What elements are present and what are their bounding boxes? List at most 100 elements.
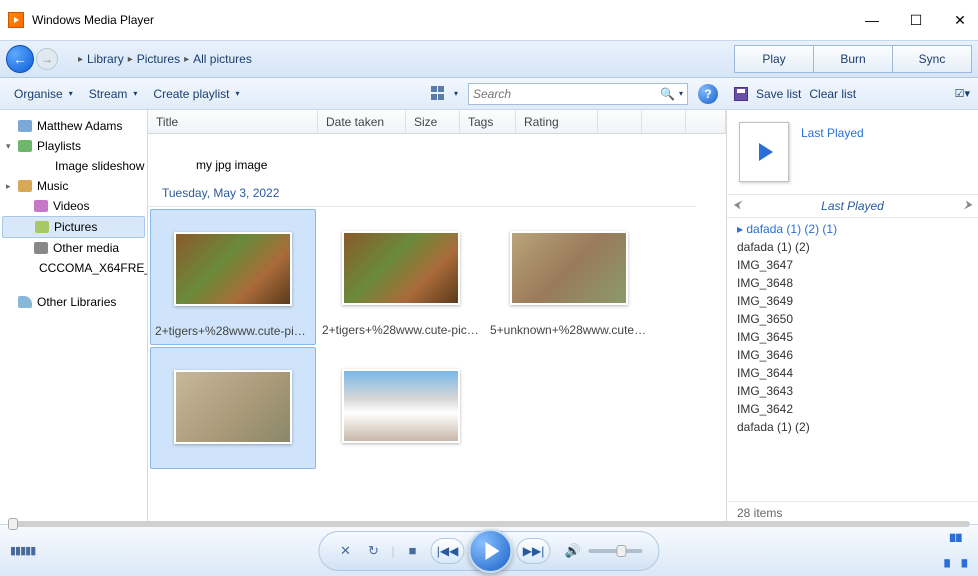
thumbnail-area[interactable]: my jpg image Tuesday, May 3, 2022 2+tige… xyxy=(148,134,726,524)
search-box[interactable]: 🔍 ▾ xyxy=(468,83,688,105)
nav-bar: ← → ▸ Library ▸ Pictures ▸ All pictures … xyxy=(0,40,978,78)
search-input[interactable] xyxy=(473,87,660,101)
thumbnail-image xyxy=(342,369,460,443)
tree-disc[interactable]: CCCOMA_X64FRE_E xyxy=(0,258,147,278)
view-options-button[interactable] xyxy=(430,85,448,103)
playlist-item[interactable]: IMG_3648 xyxy=(727,274,978,292)
chevron-down-icon[interactable]: ▾ xyxy=(454,89,458,98)
playlist-item[interactable]: IMG_3644 xyxy=(727,364,978,382)
thumbnail-caption: 2+tigers+%28www.cute-pict… xyxy=(318,323,484,337)
thumb-item[interactable]: 2+tigers+%28www.cute-pict… xyxy=(318,209,484,345)
col-size[interactable]: Size xyxy=(406,110,460,133)
thumb-item[interactable]: 2+tigers+%28www.cute-pict… xyxy=(150,209,316,345)
col-blank2[interactable] xyxy=(642,110,686,133)
user-icon xyxy=(18,120,32,132)
volume-slider[interactable] xyxy=(589,549,643,553)
tab-burn[interactable]: Burn xyxy=(813,45,893,73)
play-button[interactable] xyxy=(469,529,513,573)
playlist-item[interactable]: IMG_3646 xyxy=(727,346,978,364)
repeat-button[interactable]: ↻ xyxy=(363,543,383,559)
col-blank3[interactable] xyxy=(686,110,726,133)
thumbnail-caption: 2+tigers+%28www.cute-pict… xyxy=(151,324,315,338)
stop-button[interactable]: ■ xyxy=(403,543,423,558)
stream-menu[interactable]: Stream xyxy=(83,85,144,103)
save-list-button[interactable]: Save list xyxy=(756,87,801,101)
col-title[interactable]: Title xyxy=(148,110,318,133)
toolbar: Organise Stream Create playlist ▾ 🔍 ▾ ? xyxy=(0,78,726,110)
tree-pictures[interactable]: Pictures xyxy=(2,216,145,238)
previous-button[interactable]: |◀◀ xyxy=(431,538,465,564)
tree-music[interactable]: ▸Music xyxy=(0,176,147,196)
close-button[interactable]: ✕ xyxy=(950,12,970,29)
shuffle-button[interactable]: ✕ xyxy=(335,543,355,559)
chevron-right-icon[interactable]: ▸ xyxy=(6,181,11,192)
playlist-file-icon[interactable] xyxy=(739,122,789,182)
thumbnail-image xyxy=(510,231,628,305)
col-date[interactable]: Date taken xyxy=(318,110,406,133)
mute-button[interactable]: 🔊 xyxy=(563,543,583,559)
thumb-item[interactable]: 5+unknown+%28www.cute-… xyxy=(486,209,652,345)
crumb-all-pictures[interactable]: All pictures xyxy=(193,52,252,66)
thumbnail-image xyxy=(174,232,292,306)
playlist-item[interactable]: dafada (1) (2) (1) xyxy=(727,220,978,238)
title-bar: Windows Media Player — ☐ ✕ xyxy=(0,0,978,40)
library-icon xyxy=(18,296,32,308)
crumb-pictures[interactable]: Pictures xyxy=(137,52,180,66)
pictures-icon xyxy=(35,221,49,233)
tree-other-media[interactable]: Other media xyxy=(0,238,147,258)
tree-other-libraries[interactable]: Other Libraries xyxy=(0,292,147,312)
list-toolbar: Save list Clear list ☑▾ xyxy=(726,78,978,110)
playlist[interactable]: dafada (1) (2) (1) dafada (1) (2) IMG_36… xyxy=(727,218,978,501)
playlist-item[interactable]: IMG_3649 xyxy=(727,292,978,310)
thumb-item[interactable] xyxy=(318,347,484,469)
playlist-item[interactable]: IMG_3647 xyxy=(727,256,978,274)
col-blank1[interactable] xyxy=(598,110,642,133)
col-tags[interactable]: Tags xyxy=(460,110,516,133)
column-headers: Title Date taken Size Tags Rating xyxy=(148,110,726,134)
music-icon xyxy=(18,180,32,192)
switch-to-now-playing-button[interactable]: ▝▘▖▗ xyxy=(944,534,968,568)
playlist-item[interactable]: IMG_3643 xyxy=(727,382,978,400)
seek-bar[interactable] xyxy=(8,521,970,527)
next-button[interactable]: ▶▶| xyxy=(517,538,551,564)
tree-slideshow[interactable]: Image slideshow xyxy=(0,156,147,176)
forward-button[interactable]: → xyxy=(36,48,58,70)
seek-thumb[interactable] xyxy=(8,518,18,530)
tree-playlists[interactable]: ▾Playlists xyxy=(0,136,147,156)
next-list-button[interactable]: ⮞ xyxy=(964,199,972,212)
chevron-right-icon: ▸ xyxy=(128,54,133,65)
search-icon[interactable]: 🔍 xyxy=(660,87,675,101)
tree-videos[interactable]: Videos xyxy=(0,196,147,216)
organise-menu[interactable]: Organise xyxy=(8,85,79,103)
help-button[interactable]: ? xyxy=(698,84,718,104)
volume-thumb[interactable] xyxy=(617,545,627,557)
playlist-item[interactable]: dafada (1) (2) xyxy=(727,238,978,256)
col-rating[interactable]: Rating xyxy=(516,110,598,133)
list-options-button[interactable]: ☑▾ xyxy=(955,87,970,100)
prev-list-button[interactable]: ⮜ xyxy=(733,199,741,212)
tab-sync[interactable]: Sync xyxy=(892,45,972,73)
chevron-down-icon[interactable]: ▾ xyxy=(679,89,683,98)
playlist-item[interactable]: IMG_3642 xyxy=(727,400,978,418)
app-title: Windows Media Player xyxy=(32,13,154,27)
chevron-down-icon[interactable]: ▾ xyxy=(6,141,11,152)
playlist-header: ⮜ Last Played ⮞ xyxy=(727,194,978,218)
date-group-header[interactable]: Tuesday, May 3, 2022 xyxy=(148,176,696,207)
tab-play[interactable]: Play xyxy=(734,45,814,73)
tree-user[interactable]: Matthew Adams xyxy=(0,116,147,136)
thumbnail-image xyxy=(174,370,292,444)
clear-list-button[interactable]: Clear list xyxy=(809,87,856,101)
minimize-button[interactable]: — xyxy=(862,12,882,29)
equalizer-icon[interactable]: ▮▮▮▮▮ xyxy=(10,544,35,557)
playlist-item[interactable]: IMG_3650 xyxy=(727,310,978,328)
create-playlist-menu[interactable]: Create playlist xyxy=(147,85,245,103)
playlist-item[interactable]: dafada (1) (2) xyxy=(727,418,978,436)
chevron-right-icon: ▸ xyxy=(78,54,83,65)
playlist-item[interactable]: IMG_3645 xyxy=(727,328,978,346)
back-button[interactable]: ← xyxy=(6,45,34,73)
maximize-button[interactable]: ☐ xyxy=(906,12,926,29)
thumbnail-caption: 5+unknown+%28www.cute-… xyxy=(486,323,652,337)
thumb-item[interactable] xyxy=(150,347,316,469)
breadcrumb[interactable]: ▸ Library ▸ Pictures ▸ All pictures xyxy=(78,52,252,66)
crumb-library[interactable]: Library xyxy=(87,52,124,66)
